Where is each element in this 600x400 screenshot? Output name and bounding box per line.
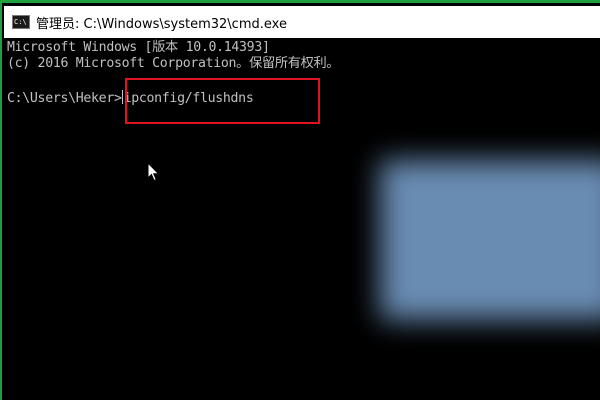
window-title: 管理员: C:\Windows\system32\cmd.exe (36, 16, 287, 32)
console-copyright-line: (c) 2016 Microsoft Corporation。保留所有权利。 (7, 56, 340, 71)
cmd-icon: C:\ (12, 15, 30, 29)
console-version-line: Microsoft Windows [版本 10.0.14393] (7, 40, 270, 55)
console-prompt: C:\Users\Heker> (7, 91, 122, 106)
mouse-pointer-icon (147, 162, 160, 182)
blurred-overlay (380, 160, 600, 320)
text-cursor (121, 90, 123, 104)
title-bar[interactable]: C:\ 管理员: C:\Windows\system32\cmd.exe (4, 6, 600, 38)
command-highlight-box (125, 78, 320, 124)
cmd-icon-glyph: C:\ (14, 17, 27, 26)
